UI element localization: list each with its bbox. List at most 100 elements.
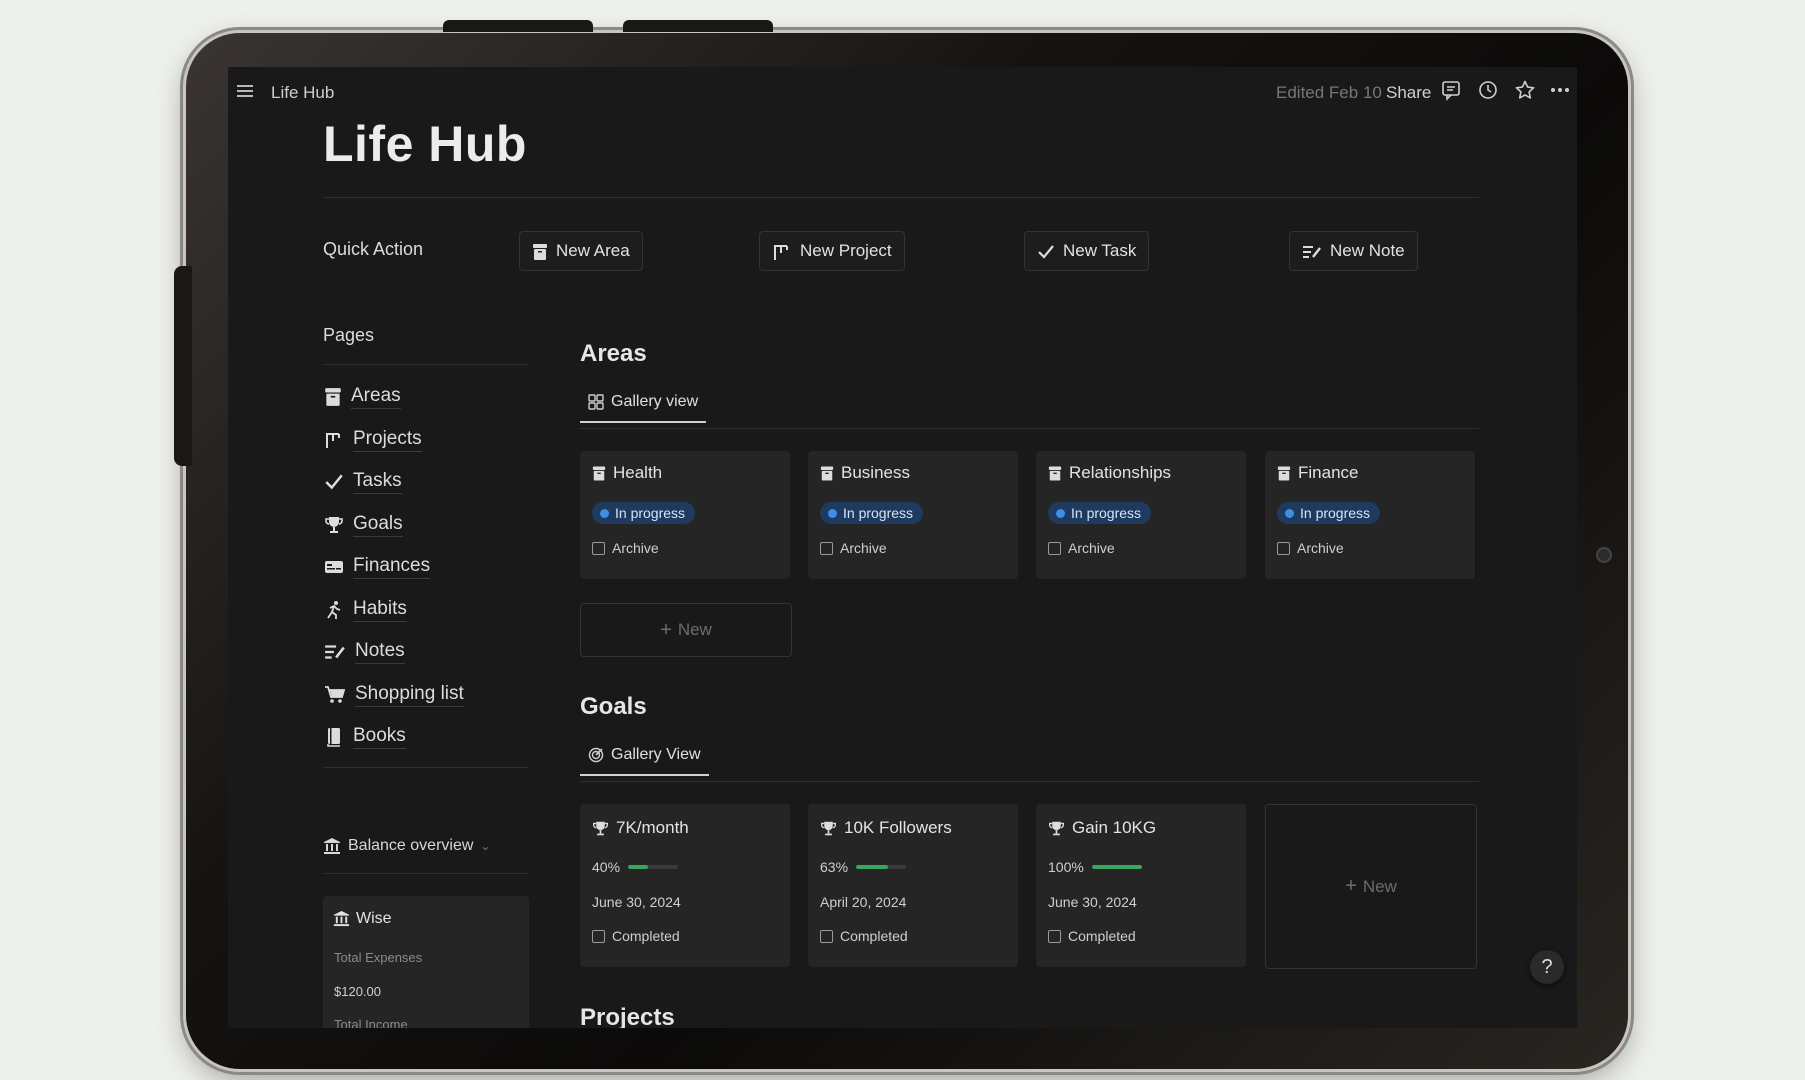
goals-title: Goals bbox=[580, 693, 647, 720]
sidebar-item-habits[interactable]: Habits bbox=[324, 598, 407, 622]
sidebar-item-projects[interactable]: Projects bbox=[324, 428, 422, 452]
new-label: New bbox=[1362, 876, 1397, 896]
more-icon[interactable] bbox=[1549, 79, 1571, 101]
status-text: In progress bbox=[843, 505, 914, 521]
card-title: Business bbox=[820, 463, 910, 483]
archive-label: Archive bbox=[1068, 540, 1115, 556]
sidebar-item-label: Projects bbox=[353, 428, 422, 452]
archive-checkbox[interactable]: Archive bbox=[1048, 540, 1115, 556]
new-task-button[interactable]: New Task bbox=[1024, 231, 1150, 271]
status-badge: In progress bbox=[820, 502, 924, 524]
area-card-business[interactable]: Business In progress Archive bbox=[808, 451, 1018, 579]
breadcrumb-page[interactable]: Life Hub bbox=[271, 83, 334, 103]
sidebar-item-books[interactable]: Books bbox=[324, 725, 406, 749]
trophy-icon bbox=[1048, 818, 1065, 838]
archive-label: Archive bbox=[1297, 540, 1344, 556]
new-area-label: New Area bbox=[556, 241, 630, 260]
share-button[interactable]: Share bbox=[1386, 83, 1431, 103]
card-title-text: 7K/month bbox=[616, 818, 689, 837]
tablet-top-button bbox=[623, 20, 773, 32]
new-area-button[interactable]: New Area bbox=[519, 231, 643, 271]
checkbox[interactable] bbox=[592, 541, 605, 555]
completed-checkbox[interactable]: Completed bbox=[820, 928, 908, 944]
balance-account-card[interactable]: Wise Total Expenses $120.00 Total Income bbox=[323, 896, 529, 1028]
menu-icon[interactable] bbox=[235, 81, 255, 101]
area-card-relationships[interactable]: Relationships In progress Archive bbox=[1036, 451, 1246, 579]
tab-goals-gallery-view[interactable]: Gallery View bbox=[580, 746, 709, 776]
area-card-finance[interactable]: Finance In progress Archive bbox=[1265, 451, 1475, 579]
progress-fill bbox=[856, 865, 888, 869]
trophy-icon bbox=[820, 818, 837, 838]
note-icon bbox=[1302, 241, 1322, 261]
new-goal-card-button[interactable]: + New bbox=[1265, 804, 1477, 969]
area-card-health[interactable]: Health In progress Archive bbox=[580, 451, 790, 579]
checkbox[interactable] bbox=[820, 929, 833, 943]
divider bbox=[323, 767, 529, 768]
total-income-label: Total Income bbox=[334, 1017, 408, 1028]
star-icon[interactable] bbox=[1514, 79, 1536, 101]
status-text: In progress bbox=[1300, 505, 1371, 521]
sidebar-item-label: Finances bbox=[353, 555, 431, 579]
sidebar-item-label: Goals bbox=[353, 513, 403, 537]
sidebar-item-notes[interactable]: Notes bbox=[324, 640, 405, 664]
card-title: 7K/month bbox=[592, 818, 689, 838]
archive-checkbox[interactable]: Archive bbox=[820, 540, 887, 556]
target-icon bbox=[588, 746, 604, 764]
sidebar-item-areas[interactable]: Areas bbox=[324, 385, 401, 409]
check-icon bbox=[324, 471, 344, 493]
card-title-text: 10K Followers bbox=[844, 818, 952, 837]
tablet-top-button bbox=[443, 20, 593, 32]
sidebar-item-goals[interactable]: Goals bbox=[324, 513, 403, 537]
card-title: 10K Followers bbox=[820, 818, 952, 838]
archive-label: Archive bbox=[840, 540, 887, 556]
archive-icon bbox=[592, 463, 606, 483]
sidebar-item-shopping-list[interactable]: Shopping list bbox=[324, 683, 464, 707]
sidebar-item-finances[interactable]: Finances bbox=[324, 555, 431, 579]
progress: 100% bbox=[1048, 859, 1142, 875]
checkbox[interactable] bbox=[820, 541, 833, 555]
pages-heading: Pages bbox=[323, 325, 375, 345]
status-dot bbox=[600, 508, 609, 518]
project-icon bbox=[324, 429, 344, 451]
checkbox[interactable] bbox=[1048, 929, 1061, 943]
balance-overview-toggle[interactable]: Balance overview ⌄ bbox=[323, 837, 490, 855]
archive-checkbox[interactable]: Archive bbox=[1277, 540, 1344, 556]
progress-text: 100% bbox=[1048, 859, 1084, 875]
card-title-text: Gain 10KG bbox=[1072, 818, 1157, 837]
progress-bar bbox=[856, 865, 907, 869]
new-area-card-button[interactable]: + New bbox=[580, 603, 792, 657]
completed-checkbox[interactable]: Completed bbox=[1048, 928, 1136, 944]
goal-card-10k-followers[interactable]: 10K Followers 63% April 20, 2024 Complet… bbox=[808, 804, 1018, 967]
divider bbox=[580, 781, 1479, 782]
completed-checkbox[interactable]: Completed bbox=[592, 928, 680, 944]
page-title: Life Hub bbox=[323, 116, 527, 172]
new-project-button[interactable]: New Project bbox=[759, 231, 905, 271]
trophy-icon bbox=[592, 818, 609, 838]
archive-icon bbox=[1277, 463, 1291, 483]
new-note-button[interactable]: New Note bbox=[1289, 231, 1418, 271]
divider bbox=[323, 197, 1479, 198]
checkbox[interactable] bbox=[1048, 541, 1061, 555]
archive-checkbox[interactable]: Archive bbox=[592, 540, 659, 556]
sidebar-item-tasks[interactable]: Tasks bbox=[324, 470, 402, 494]
checkbox[interactable] bbox=[592, 929, 605, 943]
help-button[interactable]: ? bbox=[1530, 950, 1564, 984]
tab-areas-gallery-view[interactable]: Gallery view bbox=[580, 393, 707, 423]
sidebar-item-label: Shopping list bbox=[355, 683, 464, 707]
archive-icon bbox=[324, 386, 342, 408]
clock-icon[interactable] bbox=[1477, 79, 1499, 101]
progress-fill bbox=[628, 865, 649, 869]
progress-text: 40% bbox=[592, 859, 621, 875]
goal-card-gain-10kg[interactable]: Gain 10KG 100% June 30, 2024 Completed bbox=[1036, 804, 1246, 967]
money-icon bbox=[324, 556, 344, 578]
account-title: Wise bbox=[333, 910, 392, 928]
plus-icon: + bbox=[1345, 875, 1357, 897]
checkbox[interactable] bbox=[1277, 541, 1290, 555]
comment-icon[interactable] bbox=[1440, 79, 1462, 101]
new-note-label: New Note bbox=[1330, 241, 1405, 260]
status-badge: In progress bbox=[592, 502, 696, 524]
check-icon bbox=[1037, 241, 1055, 261]
goal-card-7k-month[interactable]: 7K/month 40% June 30, 2024 Completed bbox=[580, 804, 790, 967]
card-title: Gain 10KG bbox=[1048, 818, 1156, 838]
card-title-text: Business bbox=[841, 463, 910, 482]
